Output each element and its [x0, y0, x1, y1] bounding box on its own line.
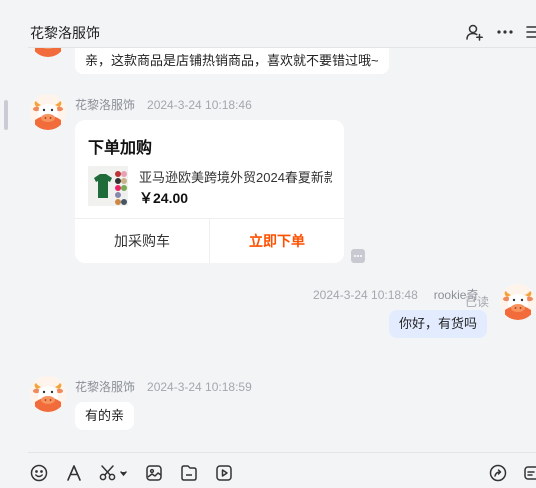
list-icon[interactable] [524, 22, 536, 42]
product-thumbnail[interactable] [88, 166, 128, 206]
chat-title: 花黎洛服饰 [30, 25, 100, 41]
add-to-cart-button[interactable]: 加采购车 [75, 219, 209, 263]
input-toolbar [0, 452, 536, 488]
message-time: 2024-3-24 10:18:46 [147, 98, 252, 112]
my-message-bubble: 你好，有货吗 [389, 310, 488, 338]
message-time: 2024-3-24 10:18:48 [313, 288, 418, 302]
shop-avatar[interactable] [30, 48, 66, 57]
card-title: 下单加购 [88, 140, 153, 157]
add-contact-icon[interactable] [464, 22, 484, 42]
chat-header: 花黎洛服饰 [0, 0, 536, 48]
message-bubble: 有的亲 [75, 402, 135, 430]
message-time: 2024-3-24 10:18:59 [147, 380, 252, 394]
image-icon[interactable] [144, 463, 164, 483]
product-price: ￥24.00 [139, 190, 189, 206]
order-card: 下单加购 亚马逊欧美跨境外贸2024春夏新款 ￥24.00 加采购车 立即下单 [75, 120, 344, 263]
quick-reply-icon[interactable] [522, 463, 536, 483]
header-divider [28, 47, 536, 48]
sender-name: 花黎洛服饰 [75, 98, 136, 112]
font-icon[interactable] [64, 463, 84, 483]
file-icon[interactable] [179, 463, 199, 483]
shop-avatar[interactable] [30, 94, 66, 130]
share-icon[interactable] [488, 463, 508, 483]
message-meta: 花黎洛服饰 2024-3-24 10:18:46 [75, 96, 252, 113]
message-list[interactable]: 亲，这款商品是店铺热销商品，喜欢就不要错过哦~ 花黎洛服饰 2024-3-24 1… [0, 48, 536, 452]
message-more-icon[interactable] [351, 249, 365, 263]
message-meta: 花黎洛服饰 2024-3-24 10:18:59 [75, 378, 252, 395]
buy-now-button[interactable]: 立即下单 [210, 219, 344, 263]
my-avatar[interactable] [500, 284, 536, 320]
sender-name: 花黎洛服饰 [75, 380, 136, 394]
product-name[interactable]: 亚马逊欧美跨境外贸2024春夏新款 [139, 167, 332, 186]
video-icon[interactable] [214, 463, 234, 483]
toolbar-divider [28, 452, 536, 453]
shop-avatar[interactable] [30, 376, 66, 412]
screenshot-icon[interactable] [98, 463, 128, 483]
read-status: 已读 [465, 295, 490, 309]
message-bubble: 亲，这款商品是店铺热销商品，喜欢就不要错过哦~ [75, 48, 389, 74]
more-icon[interactable] [495, 22, 515, 42]
emoji-icon[interactable] [29, 463, 49, 483]
message-meta: 2024-3-24 10:18:48 rookie奇 [313, 286, 478, 303]
